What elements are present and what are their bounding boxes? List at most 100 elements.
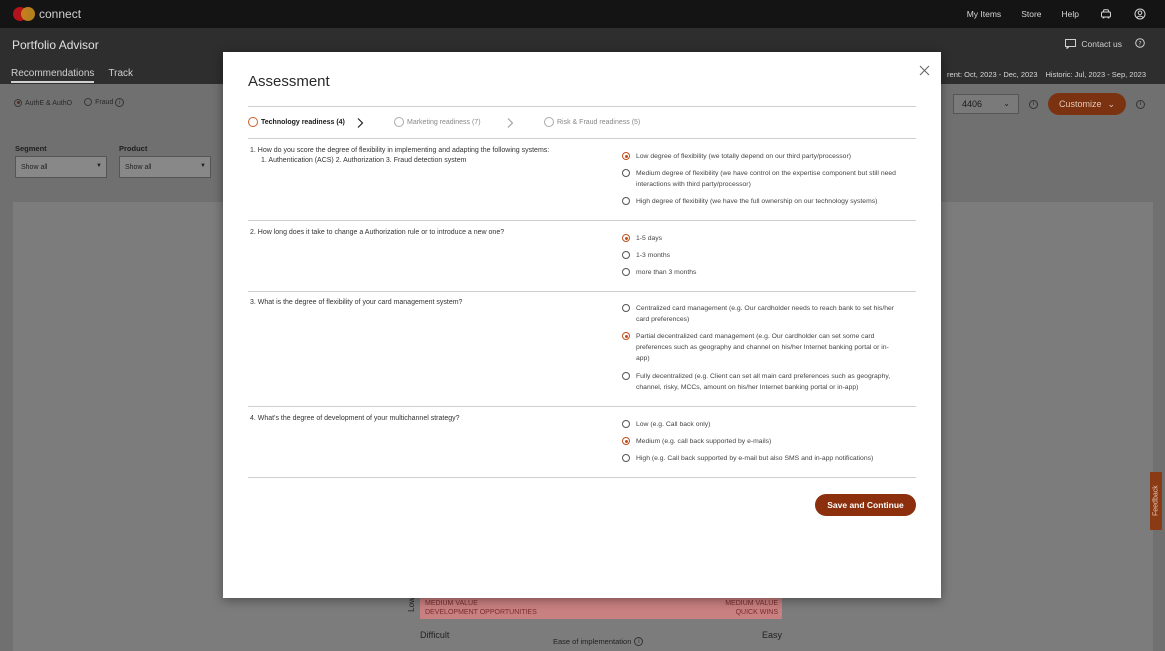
x-axis-easy-label: Easy xyxy=(762,630,783,640)
option[interactable]: more than 3 months xyxy=(622,267,902,278)
step-label: Marketing readiness (7) xyxy=(407,118,481,126)
divider xyxy=(248,106,916,107)
contact-us-link[interactable]: Contact us ? xyxy=(1065,38,1145,50)
info-icon[interactable]: i xyxy=(1136,99,1145,109)
radio-unselected[interactable] xyxy=(622,197,630,205)
step-technology-readiness[interactable]: Technology readiness (4) xyxy=(248,117,345,127)
car-icon[interactable] xyxy=(1099,7,1113,21)
customize-label: Customize xyxy=(1058,99,1102,109)
option-label: Medium (e.g. call back supported by e-ma… xyxy=(636,438,772,445)
option-label: 1-3 months xyxy=(636,252,671,259)
question-subtext: 1. Authentication (ACS) 2. Authorization… xyxy=(261,157,467,164)
quadrant-left-subtitle: DEVELOPMENT OPPORTUNITIES xyxy=(425,609,537,616)
divider xyxy=(248,138,916,139)
chevron-right-icon xyxy=(357,118,364,128)
assessment-modal: Assessment Technology readiness (4) Mark… xyxy=(223,52,941,598)
segment-label: Segment xyxy=(15,144,47,153)
user-icon[interactable] xyxy=(1133,7,1147,21)
option-label: Fully decentralized (e.g. Client can set… xyxy=(636,373,891,391)
radio-unselected[interactable] xyxy=(622,454,630,462)
bin-select[interactable]: 4406 ⌄ xyxy=(952,94,1019,114)
radio-selected[interactable] xyxy=(622,152,630,160)
option[interactable]: Medium (e.g. call back supported by e-ma… xyxy=(622,436,902,447)
segment-value: Show all xyxy=(21,164,48,171)
current-period: rent: Oct, 2023 - Dec, 2023 xyxy=(947,70,1038,79)
question-2: 2. How long does it take to change a Aut… xyxy=(250,228,600,238)
option-label: High degree of flexibility (we have the … xyxy=(636,198,878,205)
option[interactable]: High degree of flexibility (we have the … xyxy=(622,196,902,207)
info-icon[interactable]: i xyxy=(115,98,125,108)
product-select[interactable]: Show all ▼ xyxy=(119,156,211,178)
nav-store[interactable]: Store xyxy=(1021,9,1041,19)
option[interactable]: Low degree of flexibility (we totally de… xyxy=(622,151,902,162)
product-label: Product xyxy=(119,144,148,153)
option[interactable]: Centralized card management (e.g. Our ca… xyxy=(622,303,902,325)
customize-button[interactable]: Customize ⌄ xyxy=(1047,93,1126,115)
type-toggle: AuthE & AuthO Fraud i xyxy=(14,98,125,108)
divider xyxy=(248,220,916,221)
option[interactable]: 1-5 days xyxy=(622,233,902,244)
option[interactable]: Low (e.g. Call back only) xyxy=(622,419,902,430)
option-label: Medium degree of flexibility (we have co… xyxy=(636,170,896,188)
option[interactable]: Medium degree of flexibility (we have co… xyxy=(622,168,902,190)
y-axis-low-label: Low xyxy=(406,597,416,612)
feedback-tab[interactable]: Feedback xyxy=(1150,472,1162,530)
toggle-fraud[interactable]: Fraud i xyxy=(84,98,125,108)
step-risk-fraud-readiness[interactable]: Risk & Fraud readiness (5) xyxy=(544,117,640,127)
toggle-label: Fraud xyxy=(95,98,114,106)
step-marketing-readiness[interactable]: Marketing readiness (7) xyxy=(394,117,481,127)
option-label: Centralized card management (e.g. Our ca… xyxy=(636,305,895,323)
radio-unselected[interactable] xyxy=(622,169,630,177)
historic-period: Historic: Jul, 2023 - Sep, 2023 xyxy=(1045,70,1146,79)
radio-selected[interactable] xyxy=(622,332,630,340)
radio-unselected[interactable] xyxy=(622,251,630,259)
nav-help[interactable]: Help xyxy=(1062,9,1079,19)
question-text: 4. What's the degree of development of y… xyxy=(250,415,460,422)
radio-unselected xyxy=(84,98,93,106)
main-tabs: Recommendations Track xyxy=(11,68,133,83)
brand-logo[interactable] xyxy=(13,7,35,21)
info-icon[interactable]: i xyxy=(634,637,644,646)
radio-unselected[interactable] xyxy=(622,304,630,312)
option-label: 1-5 days xyxy=(636,235,663,242)
chevron-down-icon: ⌄ xyxy=(1003,99,1010,108)
radio-selected[interactable] xyxy=(622,437,630,445)
modal-title: Assessment xyxy=(248,73,330,90)
brand-name: connect xyxy=(39,7,82,21)
x-axis-difficult-label: Difficult xyxy=(420,630,450,640)
quadrant-right-subtitle: QUICK WINS xyxy=(735,609,778,616)
radio-unselected[interactable] xyxy=(622,372,630,380)
option-label: Low (e.g. Call back only) xyxy=(636,421,711,428)
tab-recommendations[interactable]: Recommendations xyxy=(11,68,95,83)
option[interactable]: High (e.g. Call back supported by e-mail… xyxy=(622,453,902,464)
option-label: Partial decentralized card management (e… xyxy=(636,333,889,362)
close-icon[interactable] xyxy=(919,65,930,76)
top-nav-links: My Items Store Help xyxy=(967,0,1147,28)
toggle-label: AuthE & AuthO xyxy=(25,99,73,107)
question-1: 1. How do you score the degree of flexib… xyxy=(250,146,600,166)
svg-text:?: ? xyxy=(1138,40,1141,47)
contact-us-label: Contact us xyxy=(1081,39,1122,49)
option[interactable]: Fully decentralized (e.g. Client can set… xyxy=(622,371,902,393)
toggle-authe-autho[interactable]: AuthE & AuthO xyxy=(14,98,73,107)
chat-icon xyxy=(1065,39,1077,49)
step-ring xyxy=(544,117,554,127)
save-and-continue-button[interactable]: Save and Continue xyxy=(815,494,916,516)
product-value: Show all xyxy=(125,164,152,171)
x-axis-title-text: Ease of implementation xyxy=(553,637,632,646)
segment-select[interactable]: Show all ▼ xyxy=(15,156,107,178)
radio-unselected[interactable] xyxy=(622,268,630,276)
option[interactable]: 1-3 months xyxy=(622,250,902,261)
divider xyxy=(248,291,916,292)
question-4: 4. What's the degree of development of y… xyxy=(250,414,600,424)
radio-selected[interactable] xyxy=(622,234,630,242)
step-label: Risk & Fraud readiness (5) xyxy=(557,118,641,126)
option[interactable]: Partial decentralized card management (e… xyxy=(622,331,902,364)
tab-track[interactable]: Track xyxy=(108,68,133,83)
divider xyxy=(248,477,916,478)
info-icon[interactable]: i xyxy=(1028,99,1038,109)
nav-my-items[interactable]: My Items xyxy=(967,9,1001,19)
help-circle-icon[interactable]: ? xyxy=(1135,38,1145,50)
radio-unselected[interactable] xyxy=(622,420,630,428)
radio-selected xyxy=(14,98,22,107)
